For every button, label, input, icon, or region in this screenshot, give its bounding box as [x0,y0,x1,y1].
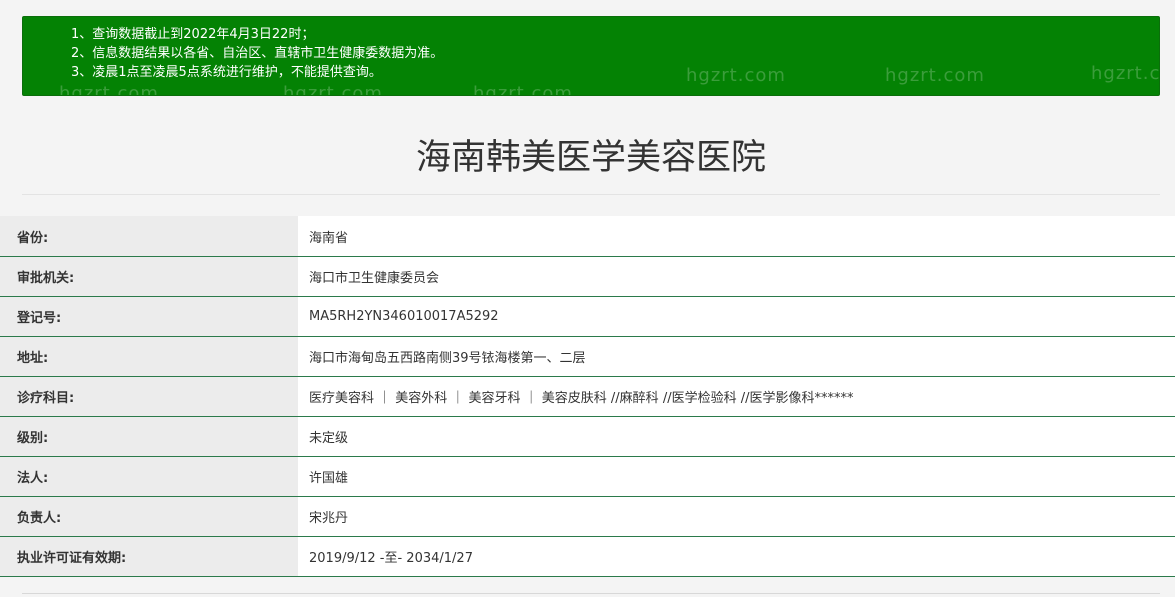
row-value: 许国雄 [298,457,1175,496]
table-row: 地址: 海口市海甸岛五西路南侧39号铱海楼第一、二层 [0,337,1175,377]
notice-banner: hgzrt.com hgzrt.com hgzrt.com hgzrt.com … [22,16,1160,96]
divider [22,593,1160,594]
row-value: 海口市海甸岛五西路南侧39号铱海楼第一、二层 [298,337,1175,376]
page-title: 海南韩美医学美容医院 [415,138,766,178]
table-row: 诊疗科目: 医疗美容科 ｜ 美容外科 ｜ 美容牙科 ｜ 美容皮肤科 //麻醉科 … [0,377,1175,417]
table-row: 法人: 许国雄 [0,457,1175,497]
table-row: 审批机关: 海口市卫生健康委员会 [0,257,1175,297]
row-label: 省份: [0,216,298,256]
table-row: 级别: 未定级 [0,417,1175,457]
row-value: MA5RH2YN346010017A5292 [298,297,1175,336]
row-label: 执业许可证有效期: [0,537,298,576]
notice-item: 3、凌晨1点至凌晨5点系统进行维护，不能提供查询。 [71,65,382,80]
notice-list: 1、查询数据截止到2022年4月3日22时； 2、信息数据结果以各省、自治区、直… [71,25,443,82]
table-row: 执业许可证有效期: 2019/9/12 -至- 2034/1/27 [0,537,1175,577]
details-table: 省份: 海南省 审批机关: 海口市卫生健康委员会 登记号: MA5RH2YN34… [0,216,1175,577]
watermark: hgzrt.com [283,83,383,96]
watermark: hgzrt.com [686,65,786,86]
watermark: hgzrt.com [473,83,573,96]
row-value: 宋兆丹 [298,497,1175,536]
row-value: 海口市卫生健康委员会 [298,257,1175,296]
table-row: 省份: 海南省 [0,216,1175,257]
table-row: 负责人: 宋兆丹 [0,497,1175,537]
row-label: 负责人: [0,497,298,536]
watermark: hgzrt.com [1091,63,1160,84]
row-label: 审批机关: [0,257,298,296]
row-label: 地址: [0,337,298,376]
notice-item: 1、查询数据截止到2022年4月3日22时； [71,27,315,42]
row-value: 医疗美容科 ｜ 美容外科 ｜ 美容牙科 ｜ 美容皮肤科 //麻醉科 //医学检验… [298,377,1175,416]
row-value: 2019/9/12 -至- 2034/1/27 [298,537,1175,576]
title-section: 海南韩美医学美容医院 [22,130,1160,195]
watermark: hgzrt.com [59,83,159,96]
row-value: 未定级 [298,417,1175,456]
row-label: 诊疗科目: [0,377,298,416]
row-label: 登记号: [0,297,298,336]
row-label: 级别: [0,417,298,456]
row-label: 法人: [0,457,298,496]
notice-item: 2、信息数据结果以各省、自治区、直辖市卫生健康委数据为准。 [71,46,444,61]
row-value: 海南省 [298,216,1175,256]
watermark: hgzrt.com [885,65,985,86]
table-row: 登记号: MA5RH2YN346010017A5292 [0,297,1175,337]
